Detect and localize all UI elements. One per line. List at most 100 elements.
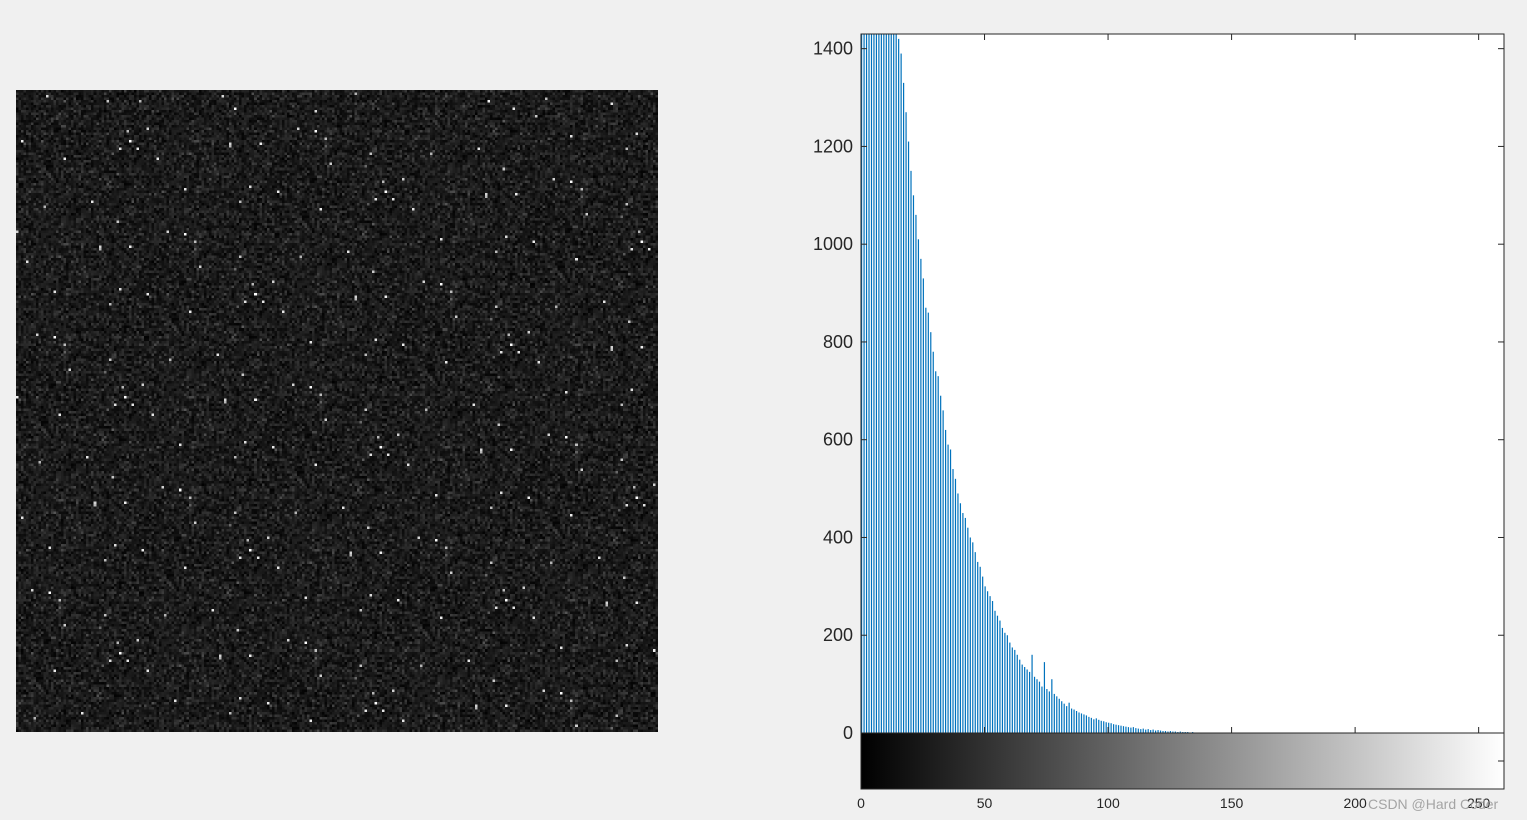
- histogram-bar: [890, 34, 892, 733]
- histogram-bar: [930, 332, 932, 733]
- histogram-bar: [1098, 719, 1100, 733]
- x-tick-label: 200: [1343, 795, 1367, 811]
- histogram-bar: [915, 214, 917, 734]
- histogram-bar: [1021, 664, 1023, 733]
- histogram-panel: 0 200 400 600 800 1000 1200 1400 0 50 100 150 200 25…: [0, 0, 1527, 820]
- histogram-bar: [1026, 669, 1028, 733]
- histogram-bar: [942, 410, 944, 733]
- histogram-bar: [962, 513, 964, 733]
- histogram-bar: [1071, 708, 1073, 733]
- histogram-bar: [1029, 671, 1031, 733]
- histogram-bar: [1019, 659, 1021, 733]
- x-tick-label: 100: [1096, 795, 1120, 811]
- histogram-bar: [1117, 725, 1120, 733]
- histogram-bar: [1135, 728, 1137, 733]
- histogram-bar: [912, 195, 915, 733]
- x-tick-label: 0: [857, 795, 865, 811]
- histogram-bar: [1127, 727, 1130, 733]
- histogram-bar: [1014, 649, 1016, 733]
- y-tick-label: 1400: [813, 39, 853, 59]
- histogram-bar: [957, 493, 959, 733]
- histogram-bar: [1063, 703, 1065, 733]
- histogram-bar: [1038, 681, 1041, 733]
- y-tick-label: 800: [823, 332, 853, 352]
- histogram-bar: [863, 34, 865, 733]
- histogram-bar: [1145, 729, 1147, 733]
- histogram-bar: [880, 34, 882, 733]
- histogram-bar: [1004, 632, 1006, 733]
- histogram-bar: [1053, 693, 1055, 733]
- x-tick-label: 50: [977, 795, 993, 811]
- histogram-bar: [984, 586, 986, 733]
- histogram-bar: [945, 429, 947, 733]
- histogram-bar: [1024, 667, 1026, 733]
- histogram-bar: [922, 278, 924, 733]
- histogram-bar: [895, 34, 897, 733]
- histogram-bar: [1132, 727, 1134, 733]
- histogram-bar: [1073, 709, 1075, 733]
- histogram-bar: [949, 449, 952, 733]
- histogram-bar: [999, 620, 1001, 733]
- histogram-bar: [870, 34, 873, 733]
- histogram-svg: 0200400600800100012001400 0 50 100 150 200 25…: [813, 33, 1505, 811]
- histogram-bar: [1147, 729, 1149, 733]
- histogram-bar: [940, 395, 942, 733]
- histogram-bar: [917, 239, 920, 734]
- histogram-bar: [1075, 711, 1078, 733]
- histogram-bar: [888, 34, 890, 733]
- histogram-bar: [979, 566, 981, 733]
- histogram-bar: [903, 82, 905, 733]
- histogram-bar: [1142, 728, 1144, 733]
- histogram-bar: [1066, 706, 1068, 733]
- histogram-bar: [1095, 718, 1097, 733]
- histogram-bar: [925, 307, 927, 733]
- histogram-bar: [972, 542, 974, 733]
- histogram-bar: [873, 34, 875, 733]
- histogram-bar: [893, 34, 895, 733]
- histogram-bar: [1046, 689, 1048, 733]
- histogram-bar: [1113, 724, 1115, 733]
- histogram-bar: [878, 34, 880, 733]
- histogram-bar: [1048, 691, 1050, 733]
- histogram-bar: [1103, 721, 1105, 733]
- histogram-bar: [1100, 720, 1102, 733]
- y-tick-label: 1200: [813, 136, 853, 156]
- histogram-bar: [1006, 635, 1008, 733]
- histogram-bar: [1122, 726, 1125, 733]
- histogram-bar: [964, 517, 966, 733]
- histogram-bar: [952, 469, 954, 733]
- histogram-bar: [885, 34, 887, 733]
- histogram-bar: [910, 170, 912, 733]
- histogram-bar: [991, 601, 994, 733]
- histogram-bar: [920, 258, 922, 733]
- histogram-bar: [1001, 627, 1004, 733]
- histogram-bar: [868, 34, 870, 733]
- histogram-bar: [1115, 724, 1117, 733]
- histogram-bar: [900, 53, 902, 734]
- histogram-bar: [898, 38, 900, 733]
- y-tick-label: 0: [843, 723, 853, 743]
- histogram-bar: [1130, 727, 1132, 733]
- histogram-bar: [954, 478, 957, 733]
- histogram-bar: [935, 371, 937, 733]
- y-tick-label: 200: [823, 625, 853, 645]
- histogram-bar: [905, 112, 907, 733]
- histogram-bar: [1085, 715, 1088, 733]
- watermark: CSDN @Hard Coder: [1368, 796, 1499, 812]
- histogram-bar: [977, 561, 979, 733]
- histogram-bar: [1105, 722, 1107, 733]
- histogram-bar: [875, 34, 878, 733]
- histogram-bar: [1083, 714, 1085, 733]
- histogram-bar: [996, 615, 999, 733]
- histogram-bar: [1068, 702, 1070, 733]
- histogram-bar: [982, 576, 984, 733]
- y-tick-label: 600: [823, 430, 853, 450]
- histogram-bar: [967, 527, 969, 733]
- histogram-bar: [1009, 642, 1011, 733]
- histogram-bar: [937, 376, 939, 733]
- histogram-bar: [1110, 723, 1112, 733]
- histogram-bar: [1120, 725, 1122, 733]
- grayscale-colorbar: [861, 733, 1504, 789]
- histogram-bar: [969, 537, 971, 733]
- histogram-bar: [1125, 726, 1127, 733]
